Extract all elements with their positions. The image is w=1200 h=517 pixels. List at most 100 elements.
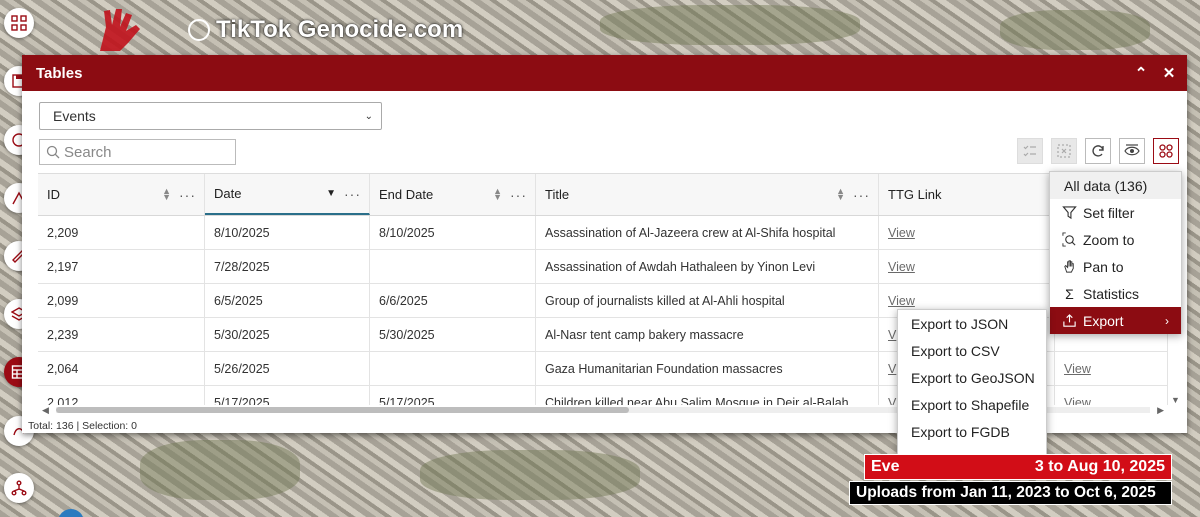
column-header-id[interactable]: ID ▲ ▼ ··· <box>38 174 205 215</box>
options-grid-icon <box>1159 144 1173 158</box>
view-link[interactable]: V <box>888 328 896 342</box>
sort-icon[interactable]: ▲ ▼ <box>836 187 845 201</box>
bloody-hand-icon <box>100 9 140 51</box>
uploads-date-banner: Uploads from Jan 11, 2023 to Oct 6, 2025 <box>849 481 1172 505</box>
sort-icon[interactable]: ▲ ▼ <box>493 187 502 201</box>
options-button[interactable] <box>1153 138 1179 164</box>
export-json[interactable]: Export to JSON <box>898 310 1046 337</box>
search-placeholder: Search <box>64 143 112 161</box>
table-row[interactable]: 2,209 8/10/2025 8/10/2025 Assassination … <box>38 216 1168 250</box>
cell-date: 7/28/2025 <box>205 250 370 283</box>
cell-end-date <box>370 250 536 283</box>
tiktok-logo-icon <box>188 19 210 41</box>
layer-select-value: Events <box>53 108 96 124</box>
cell-title: Assassination of Awdah Hathaleen by Yino… <box>536 250 879 283</box>
menu-statistics[interactable]: Σ Statistics <box>1050 280 1181 307</box>
panel-title: Tables <box>36 64 83 82</box>
zoom-to-icon <box>1062 232 1076 247</box>
grid-icon <box>11 15 27 31</box>
scroll-left-icon[interactable]: ◀ <box>42 405 49 416</box>
events-date-banner: Eve 3 to Aug 10, 2025 <box>864 454 1172 480</box>
view-link[interactable]: View <box>888 226 915 240</box>
cell-end-date: 5/30/2025 <box>370 318 536 351</box>
table-toolbar <box>1017 138 1179 164</box>
column-header-end-date[interactable]: End Date ▲ ▼ ··· <box>370 174 536 215</box>
cell-end-date: 8/10/2025 <box>370 216 536 249</box>
cell-id: 2,209 <box>38 216 205 249</box>
search-input[interactable]: Search <box>39 139 236 165</box>
extra-link[interactable]: View <box>1064 362 1091 376</box>
app-grid-button[interactable] <box>4 8 34 38</box>
export-geojson[interactable]: Export to GeoJSON <box>898 364 1046 391</box>
table-row[interactable]: 2,197 7/28/2025 Assassination of Awdah H… <box>38 250 1168 284</box>
cell-title: Group of journalists killed at Al-Ahli h… <box>536 284 879 317</box>
sigma-icon: Σ <box>1065 285 1074 302</box>
extra-link[interactable]: View <box>1064 396 1091 406</box>
cell-date: 6/5/2025 <box>205 284 370 317</box>
cell-date: 8/10/2025 <box>205 216 370 249</box>
cell-date: 5/26/2025 <box>205 352 370 385</box>
clear-selection-button[interactable] <box>1051 138 1077 164</box>
options-menu: All data (136) Set filter Zoom to Pan to… <box>1049 171 1182 334</box>
cell-title: Assassination of Al-Jazeera crew at Al-S… <box>536 216 879 249</box>
cell-title: Children killed near Abu Salim Mosque in… <box>536 386 879 405</box>
export-csv[interactable]: Export to CSV <box>898 337 1046 364</box>
menu-export[interactable]: Export › <box>1050 307 1181 334</box>
menu-all-data[interactable]: All data (136) <box>1050 172 1181 199</box>
view-link[interactable]: View <box>888 294 915 308</box>
clear-selection-icon <box>1057 144 1071 158</box>
cell-id: 2,064 <box>38 352 205 385</box>
menu-pan-to[interactable]: Pan to <box>1050 253 1181 280</box>
cell-end-date <box>370 352 536 385</box>
column-header-title[interactable]: Title ▲ ▼ ··· <box>536 174 879 215</box>
cell-end-date: 5/17/2025 <box>370 386 536 405</box>
cell-title: Al-Nasr tent camp bakery massacre <box>536 318 879 351</box>
table-footer-status: Total: 136 | Selection: 0 <box>28 420 137 432</box>
column-menu-icon[interactable]: ··· <box>344 186 361 202</box>
share-button[interactable] <box>4 473 34 503</box>
search-icon <box>46 145 60 159</box>
export-submenu: Export to JSON Export to CSV Export to G… <box>897 309 1047 476</box>
chevron-down-icon: ⌄ <box>364 110 373 122</box>
column-menu-icon[interactable]: ··· <box>853 187 870 203</box>
export-fgdb[interactable]: Export to FGDB <box>898 418 1046 445</box>
cell-end-date: 6/6/2025 <box>370 284 536 317</box>
cell-id: 2,197 <box>38 250 205 283</box>
cell-id: 2,239 <box>38 318 205 351</box>
share-icon <box>11 480 27 496</box>
close-icon[interactable]: ✕ <box>1161 64 1177 82</box>
brand-title: TikTok Genocide.com <box>216 16 464 43</box>
view-link[interactable]: V <box>888 396 896 406</box>
table-header: ID ▲ ▼ ··· Date ▼ ··· End Date ▲ ▼ ··· Title … <box>38 174 1168 216</box>
refresh-button[interactable] <box>1085 138 1111 164</box>
column-header-ttg-link[interactable]: TTG Link <box>879 174 1055 215</box>
refresh-icon <box>1092 145 1104 157</box>
layer-select[interactable]: Events ⌄ <box>39 102 382 130</box>
view-link[interactable]: V <box>888 362 896 376</box>
menu-zoom-to[interactable]: Zoom to <box>1050 226 1181 253</box>
sort-descending-icon[interactable]: ▼ <box>326 188 336 199</box>
panel-header: Tables ⌃ ✕ <box>22 55 1187 91</box>
cell-date: 5/30/2025 <box>205 318 370 351</box>
show-hide-columns-button[interactable] <box>1119 138 1145 164</box>
cell-title: Gaza Humanitarian Foundation massacres <box>536 352 879 385</box>
column-menu-icon[interactable]: ··· <box>179 187 196 203</box>
scroll-right-icon[interactable]: ▶ <box>1157 405 1164 416</box>
pan-hand-icon <box>1064 260 1074 273</box>
scroll-thumb[interactable] <box>56 407 629 413</box>
column-header-date[interactable]: Date ▼ ··· <box>205 174 370 215</box>
checklist-icon <box>1023 145 1036 157</box>
sort-icon[interactable]: ▲ ▼ <box>162 187 171 201</box>
chevron-right-icon: › <box>1165 313 1169 328</box>
column-menu-icon[interactable]: ··· <box>510 187 527 203</box>
view-link[interactable]: View <box>888 260 915 274</box>
cell-date: 5/17/2025 <box>205 386 370 405</box>
scroll-down-icon[interactable]: ▼ <box>1171 395 1180 405</box>
cell-id: 2,012 <box>38 386 205 405</box>
export-shapefile[interactable]: Export to Shapefile <box>898 391 1046 418</box>
menu-set-filter[interactable]: Set filter <box>1050 199 1181 226</box>
collapse-icon[interactable]: ⌃ <box>1133 64 1149 82</box>
cell-id: 2,099 <box>38 284 205 317</box>
show-selected-button[interactable] <box>1017 138 1043 164</box>
export-icon <box>1063 314 1076 327</box>
